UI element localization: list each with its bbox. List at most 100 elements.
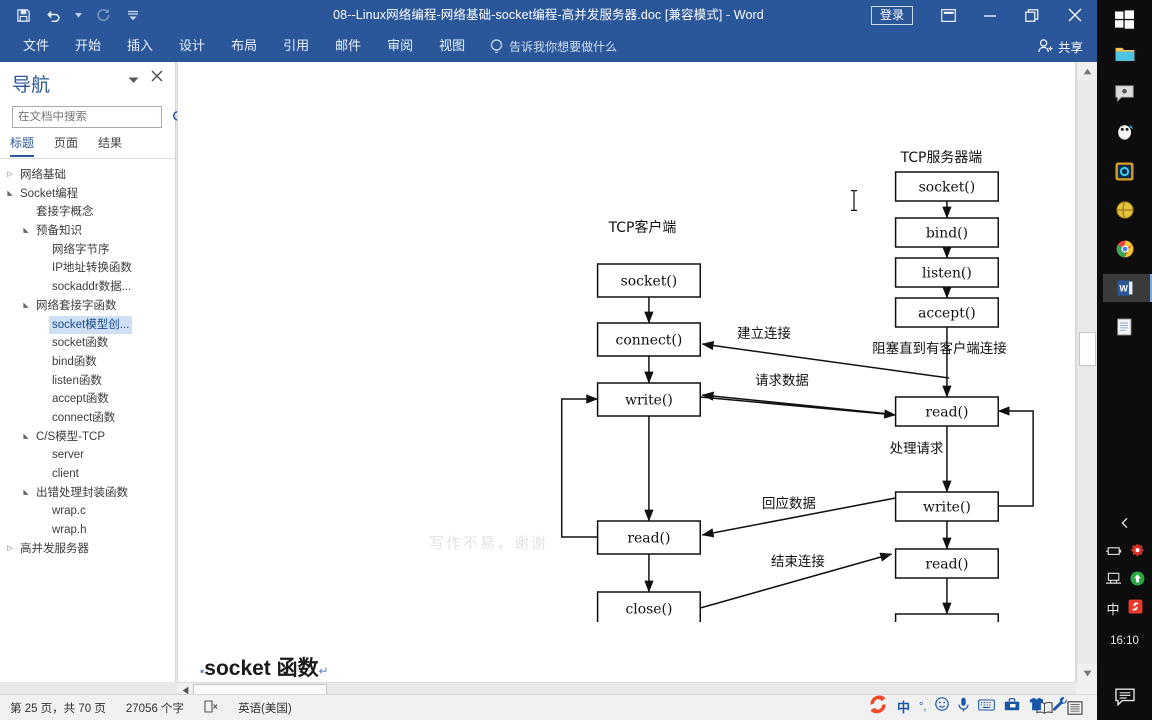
navigation-options-icon[interactable] bbox=[128, 76, 139, 86]
update-icon[interactable] bbox=[1130, 571, 1145, 589]
nav-heading-item[interactable]: 网络字节序 bbox=[0, 241, 175, 260]
nav-heading-label: 网络字节序 bbox=[52, 243, 110, 256]
globe-yellow-icon bbox=[1115, 200, 1135, 220]
search-input[interactable] bbox=[13, 111, 172, 123]
ribbon-tabs: 文件 开始 插入 设计 布局 引用 邮件 审阅 视图 告诉我你想要做什么 bbox=[10, 30, 617, 62]
tab-layout[interactable]: 布局 bbox=[218, 30, 270, 62]
nav-heading-item[interactable]: ◢ 出错处理封装函数 bbox=[0, 484, 175, 503]
nav-heading-item[interactable]: client bbox=[0, 465, 175, 484]
network-icon[interactable] bbox=[1105, 572, 1122, 588]
nav-heading-item[interactable]: ◢ 网络套接字函数 bbox=[0, 297, 175, 316]
minimize-icon[interactable] bbox=[969, 0, 1011, 30]
nav-heading-item[interactable]: socket函数 bbox=[0, 334, 175, 353]
tab-design[interactable]: 设计 bbox=[166, 30, 218, 62]
notepad-icon[interactable] bbox=[1097, 312, 1152, 342]
language-indicator[interactable]: 英语(美国) bbox=[228, 700, 302, 716]
file-explorer-icon[interactable] bbox=[1097, 39, 1152, 69]
svg-text:写作不易，谢谢: 写作不易，谢谢 bbox=[429, 534, 548, 552]
vscroll-down-icon[interactable] bbox=[1077, 664, 1097, 682]
skin-icon[interactable] bbox=[1029, 697, 1044, 716]
nav-heading-item[interactable]: ▷ 高并发服务器 bbox=[0, 540, 175, 559]
twisty-collapsed-icon[interactable]: ▷ bbox=[4, 540, 16, 559]
socket-api-flowchart: socket() connect() write() read() close() soc… bbox=[429, 150, 1034, 622]
nav-heading-item[interactable]: wrap.c bbox=[0, 502, 175, 521]
battery-icon[interactable] bbox=[1105, 545, 1122, 560]
twisty-expanded-icon[interactable]: ◢ bbox=[20, 297, 32, 316]
nav-heading-item[interactable]: 套接字概念 bbox=[0, 203, 175, 222]
edge-label-2: 请求数据 bbox=[755, 373, 809, 389]
page-indicator[interactable]: 第 25 页，共 70 页 bbox=[0, 700, 116, 716]
chat-icon[interactable] bbox=[1097, 78, 1152, 108]
flow-node-label: write() bbox=[625, 392, 673, 408]
settings-wrench-icon[interactable] bbox=[1053, 697, 1068, 716]
nav-heading-item[interactable]: wrap.h bbox=[0, 521, 175, 540]
nav-heading-item[interactable]: bind函数 bbox=[0, 353, 175, 372]
tab-mailings[interactable]: 邮件 bbox=[322, 30, 374, 62]
nav-heading-item[interactable]: ◢ 预备知识 bbox=[0, 222, 175, 241]
nav-heading-item[interactable]: ◢ C/S模型-TCP bbox=[0, 428, 175, 447]
nav-heading-item[interactable]: connect函数 bbox=[0, 409, 175, 428]
document-vertical-scrollbar[interactable] bbox=[1076, 62, 1097, 682]
chevron-up-icon[interactable] bbox=[1119, 517, 1131, 532]
restore-icon[interactable] bbox=[1011, 0, 1053, 30]
flow-arrow bbox=[701, 391, 890, 415]
nav-heading-item[interactable]: accept函数 bbox=[0, 390, 175, 409]
nav-heading-item[interactable]: listen函数 bbox=[0, 372, 175, 391]
share-button[interactable]: 共享 bbox=[1038, 30, 1083, 62]
antivirus-icon[interactable] bbox=[1130, 543, 1145, 561]
emoji-icon[interactable] bbox=[935, 697, 950, 716]
chrome-icon[interactable] bbox=[1097, 234, 1152, 264]
vscroll-thumb[interactable] bbox=[1079, 332, 1096, 366]
nav-heading-item[interactable]: socket模型创... bbox=[0, 315, 175, 335]
action-center-icon[interactable] bbox=[1097, 688, 1152, 706]
tab-home[interactable]: 开始 bbox=[62, 30, 114, 62]
tab-insert[interactable]: 插入 bbox=[114, 30, 166, 62]
tab-view[interactable]: 视图 bbox=[426, 30, 478, 62]
twisty-expanded-icon[interactable]: ◢ bbox=[20, 222, 32, 241]
vscroll-up-icon[interactable] bbox=[1077, 62, 1097, 80]
word-icon[interactable]: W bbox=[1097, 273, 1152, 303]
twisty-collapsed-icon[interactable]: ▷ bbox=[4, 166, 16, 185]
lightbulb-icon bbox=[490, 38, 503, 54]
tell-me-search[interactable]: 告诉我你想要做什么 bbox=[490, 38, 617, 55]
voice-icon[interactable] bbox=[958, 697, 970, 717]
vscroll-track[interactable] bbox=[1077, 80, 1097, 664]
nav-heading-item[interactable]: IP地址转换函数 bbox=[0, 259, 175, 278]
ime-cn-label[interactable]: 中 bbox=[1106, 599, 1119, 618]
ribbon-display-options-icon[interactable] bbox=[927, 0, 969, 30]
close-icon[interactable] bbox=[1053, 0, 1097, 30]
twisty-expanded-icon[interactable]: ◢ bbox=[20, 428, 32, 447]
sogou-logo-icon[interactable] bbox=[868, 694, 888, 719]
print-layout-icon[interactable] bbox=[1067, 700, 1083, 715]
nav-heading-item[interactable]: server bbox=[0, 446, 175, 465]
vmware-icon[interactable] bbox=[1097, 156, 1152, 186]
nav-heading-label: wrap.h bbox=[52, 524, 87, 537]
nav-tab-pages[interactable]: 页面 bbox=[54, 134, 78, 155]
tab-review[interactable]: 审阅 bbox=[374, 30, 426, 62]
nav-tab-headings[interactable]: 标题 bbox=[10, 134, 35, 157]
taskbar-clock[interactable]: 16:10 bbox=[1097, 635, 1152, 647]
nav-heading-item[interactable]: sockaddr数据... bbox=[0, 278, 175, 297]
twisty-expanded-icon[interactable]: ◢ bbox=[20, 484, 32, 503]
nav-heading-item[interactable]: ▷ 网络基础 bbox=[0, 166, 175, 185]
tab-references[interactable]: 引用 bbox=[270, 30, 322, 62]
wechat-dev-icon[interactable] bbox=[1097, 195, 1152, 225]
nav-heading-item[interactable]: ◢ Socket编程 bbox=[0, 185, 175, 204]
word-count[interactable]: 27056 个字 bbox=[116, 700, 194, 716]
flow-node-label: read() bbox=[627, 530, 670, 546]
navigation-close-icon[interactable] bbox=[151, 70, 163, 85]
proofing-errors-icon[interactable] bbox=[194, 699, 228, 716]
sogou-tray-icon[interactable] bbox=[1128, 599, 1143, 617]
flow-node-socket: socket() bbox=[894, 171, 1000, 202]
keyboard-icon[interactable] bbox=[978, 698, 996, 716]
nav-tab-results[interactable]: 结果 bbox=[98, 134, 122, 155]
ime-mode-label[interactable]: 中 bbox=[897, 697, 910, 716]
start-icon[interactable] bbox=[1097, 4, 1152, 34]
navigation-search-box[interactable] bbox=[12, 106, 196, 128]
twisty-expanded-icon[interactable]: ◢ bbox=[4, 185, 16, 204]
toolbox-icon[interactable] bbox=[1004, 697, 1020, 716]
tab-file[interactable]: 文件 bbox=[10, 30, 62, 62]
punctuation-icon[interactable]: °, bbox=[919, 701, 926, 713]
qq-icon[interactable] bbox=[1097, 117, 1152, 147]
sign-in-button[interactable]: 登录 bbox=[870, 5, 913, 25]
